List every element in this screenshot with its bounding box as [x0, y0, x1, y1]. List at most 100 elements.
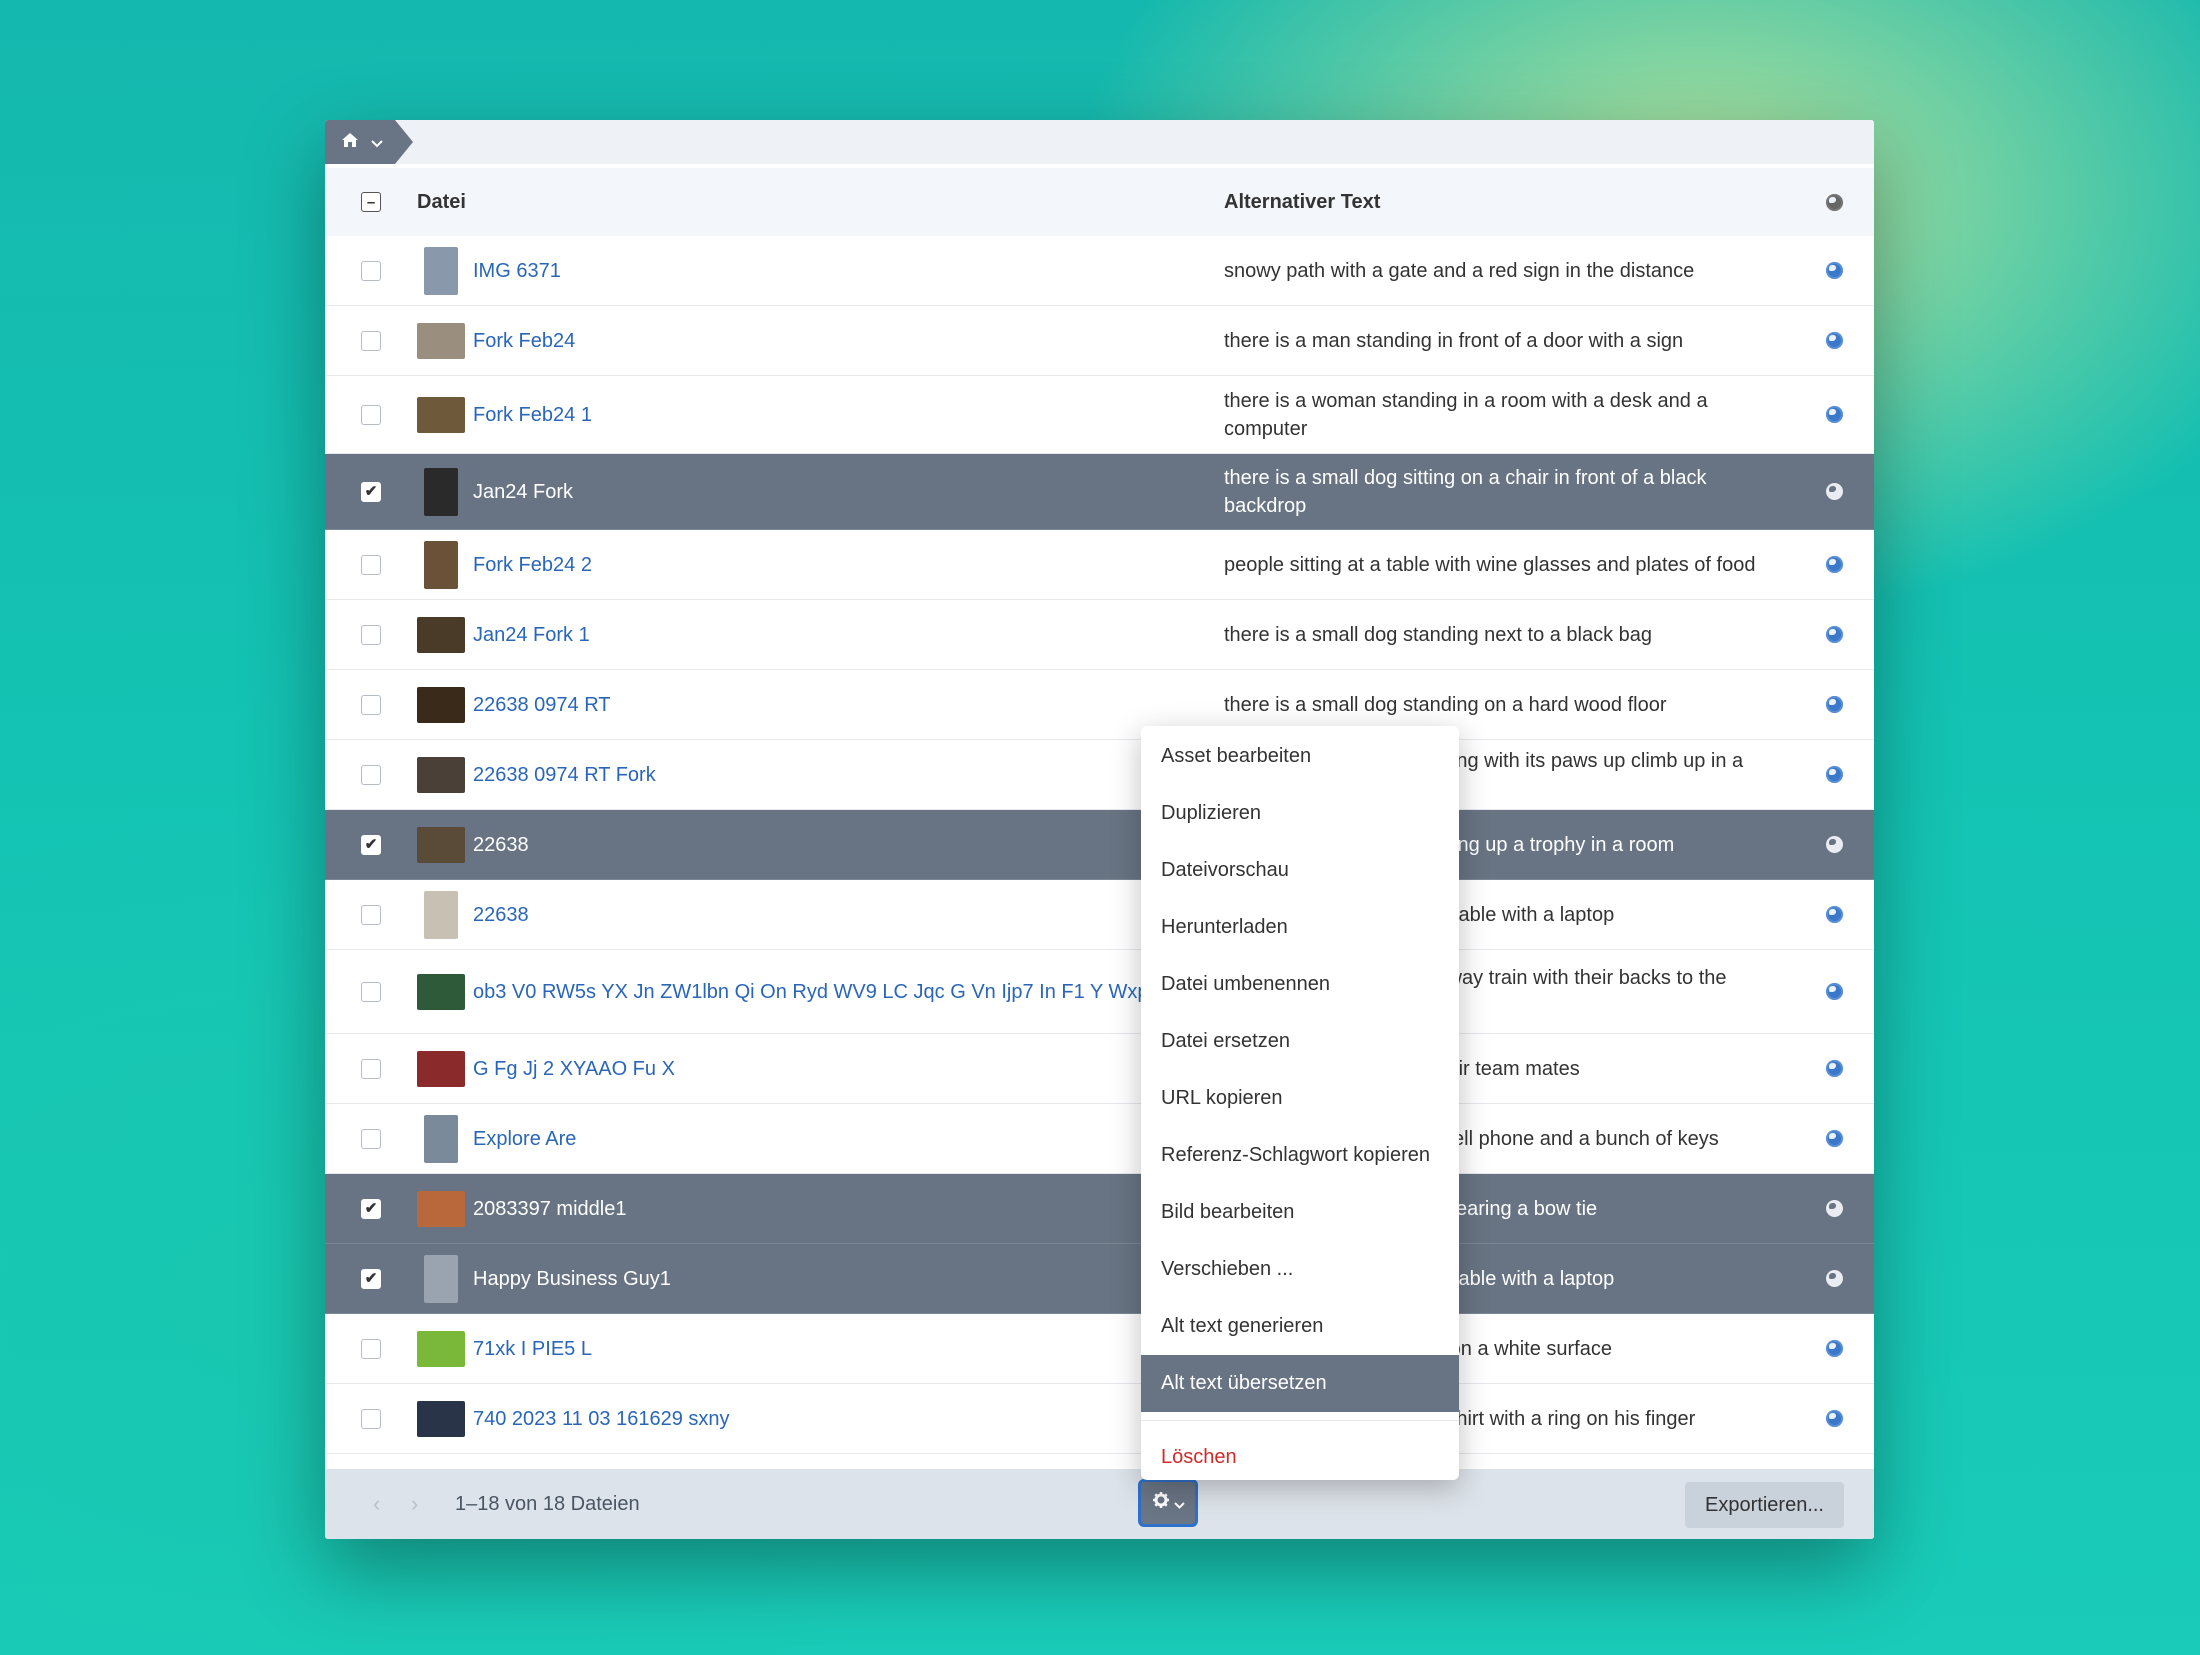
file-thumbnail[interactable] [417, 756, 465, 793]
file-name-link[interactable]: G Fg Jj 2 XYAAO Fu X [473, 1055, 675, 1083]
file-thumbnail[interactable] [424, 1254, 458, 1303]
file-name-link[interactable]: Explore Are [473, 1125, 576, 1153]
globe-icon[interactable] [1825, 483, 1843, 500]
table-row[interactable]: Fork Feb24 there is a man standing in fr… [325, 306, 1874, 376]
table-row[interactable]: 22638 0974 RT there is a small dog stand… [325, 670, 1874, 740]
row-checkbox[interactable]: ✔ [361, 1198, 381, 1219]
export-button[interactable]: Exportieren... [1685, 1482, 1844, 1528]
file-name-link[interactable]: Fork Feb24 [473, 327, 575, 355]
table-row[interactable]: 22638 0974 RT Fork there is a small dog … [325, 740, 1874, 810]
globe-icon[interactable] [1825, 1200, 1843, 1217]
table-row[interactable]: ✔ 2083397 middle1 there is a stuffed ani… [325, 1174, 1874, 1244]
file-thumbnail[interactable] [417, 1050, 465, 1087]
table-row[interactable]: ob3 V0 RW5s YX Jn ZW1lbn Qi On Ryd WV9 L… [325, 950, 1874, 1034]
globe-icon[interactable] [1825, 983, 1843, 1000]
file-thumbnail[interactable] [424, 467, 458, 516]
globe-icon[interactable] [1825, 1270, 1843, 1287]
row-checkbox[interactable] [361, 330, 381, 351]
row-checkbox[interactable] [361, 981, 381, 1002]
globe-icon[interactable] [1825, 262, 1843, 279]
globe-icon[interactable] [1825, 626, 1843, 643]
file-thumbnail[interactable] [424, 890, 458, 939]
column-header-file[interactable]: Datei [417, 191, 1224, 214]
file-thumbnail[interactable] [417, 826, 465, 863]
row-checkbox[interactable]: ✔ [361, 481, 381, 502]
file-name-link[interactable]: 22638 [473, 901, 529, 929]
table-row[interactable]: G Fg Jj 2 XYAAO Fu X a group of players … [325, 1034, 1874, 1104]
table-row[interactable]: Fork Feb24 1 there is a woman standing i… [325, 376, 1874, 454]
menu-item[interactable]: Datei ersetzen [1141, 1013, 1459, 1070]
row-checkbox[interactable] [361, 904, 381, 925]
file-thumbnail[interactable] [424, 246, 458, 295]
row-checkbox[interactable]: ✔ [361, 834, 381, 855]
row-checkbox[interactable]: ✔ [361, 1268, 381, 1289]
row-checkbox[interactable] [361, 694, 381, 715]
table-row[interactable]: Fork Feb24 2 people sitting at a table w… [325, 530, 1874, 600]
file-thumbnail[interactable] [417, 1330, 465, 1367]
row-checkbox[interactable] [361, 1408, 381, 1429]
file-name-link[interactable]: 22638 0974 RT Fork [473, 761, 656, 789]
menu-item[interactable]: Bild bearbeiten [1141, 1184, 1459, 1241]
table-row[interactable]: 71xk I PIE5 L there are two cucumbers on… [325, 1314, 1874, 1384]
file-name-link[interactable]: Happy Business Guy1 [473, 1265, 671, 1293]
row-checkbox[interactable] [361, 1128, 381, 1149]
menu-item[interactable]: Dateivorschau [1141, 842, 1459, 899]
file-name-link[interactable]: Jan24 Fork [473, 478, 573, 506]
menu-item[interactable]: Alt text übersetzen [1141, 1355, 1459, 1412]
file-thumbnail[interactable] [417, 322, 465, 359]
row-checkbox[interactable] [361, 624, 381, 645]
globe-icon[interactable] [1825, 1410, 1843, 1427]
globe-icon[interactable] [1825, 696, 1843, 713]
file-thumbnail[interactable] [417, 1190, 465, 1227]
file-name-link[interactable]: 740 2023 11 03 161629 sxny [473, 1405, 730, 1433]
row-checkbox[interactable] [361, 404, 381, 425]
menu-item[interactable]: Duplizieren [1141, 785, 1459, 842]
file-thumbnail[interactable] [417, 396, 465, 433]
row-checkbox[interactable] [361, 260, 381, 281]
table-row[interactable]: Jan24 Fork 1 there is a small dog standi… [325, 600, 1874, 670]
menu-item[interactable]: Herunterladen [1141, 899, 1459, 956]
table-row[interactable]: ✔ 22638 there is a man that is holding u… [325, 810, 1874, 880]
file-name-link[interactable]: ob3 V0 RW5s YX Jn ZW1lbn Qi On Ryd WV9 L… [473, 978, 1218, 1006]
file-thumbnail[interactable] [424, 540, 458, 589]
file-name-link[interactable]: Fork Feb24 2 [473, 551, 592, 579]
row-checkbox[interactable] [361, 1338, 381, 1359]
file-thumbnail[interactable] [417, 616, 465, 653]
file-name-link[interactable]: Jan24 Fork 1 [473, 621, 590, 649]
prev-page-button[interactable]: ‹ [373, 1491, 411, 1517]
globe-icon[interactable] [1825, 766, 1843, 783]
row-checkbox[interactable] [361, 764, 381, 785]
menu-item[interactable]: Verschieben ... [1141, 1241, 1459, 1298]
file-name-link[interactable]: 71xk I PIE5 L [473, 1335, 592, 1363]
table-row[interactable]: ✔ Happy Business Guy1 there is a man sit… [325, 1244, 1874, 1314]
globe-icon[interactable] [1825, 1340, 1843, 1357]
row-checkbox[interactable] [361, 554, 381, 575]
table-row[interactable]: IMG 6371 snowy path with a gate and a re… [325, 236, 1874, 306]
globe-icon[interactable] [1825, 1060, 1843, 1077]
table-row[interactable]: ✔ Jan24 Fork there is a small dog sittin… [325, 454, 1874, 530]
file-name-link[interactable]: 22638 [473, 831, 529, 859]
file-thumbnail[interactable] [417, 1400, 465, 1437]
table-row[interactable]: 740 2023 11 03 161629 sxny there is a ma… [325, 1384, 1874, 1454]
globe-icon[interactable] [1825, 556, 1843, 573]
file-name-link[interactable]: 22638 0974 RT [473, 691, 611, 719]
menu-item[interactable]: Referenz-Schlagwort kopieren [1141, 1127, 1459, 1184]
menu-item[interactable]: Datei umbenennen [1141, 956, 1459, 1013]
file-thumbnail[interactable] [417, 973, 465, 1010]
globe-icon[interactable] [1825, 906, 1843, 923]
file-name-link[interactable]: IMG 6371 [473, 257, 561, 285]
next-page-button[interactable]: › [411, 1491, 449, 1517]
row-checkbox[interactable] [361, 1058, 381, 1079]
menu-item[interactable]: URL kopieren [1141, 1070, 1459, 1127]
file-name-link[interactable]: 2083397 middle1 [473, 1195, 626, 1223]
column-header-alt[interactable]: Alternativer Text [1224, 188, 1794, 216]
table-row[interactable]: 22638 there is a man sitting at a table … [325, 880, 1874, 950]
globe-icon[interactable] [1825, 836, 1843, 853]
delete-menu-item[interactable]: Löschen [1141, 1429, 1459, 1485]
globe-icon[interactable] [1825, 406, 1843, 423]
menu-item[interactable]: Alt text generieren [1141, 1298, 1459, 1355]
file-thumbnail[interactable] [424, 1114, 458, 1163]
actions-menu-button[interactable] [1138, 1479, 1198, 1527]
file-name-link[interactable]: Fork Feb24 1 [473, 401, 592, 429]
menu-item[interactable]: Asset bearbeiten [1141, 728, 1459, 785]
